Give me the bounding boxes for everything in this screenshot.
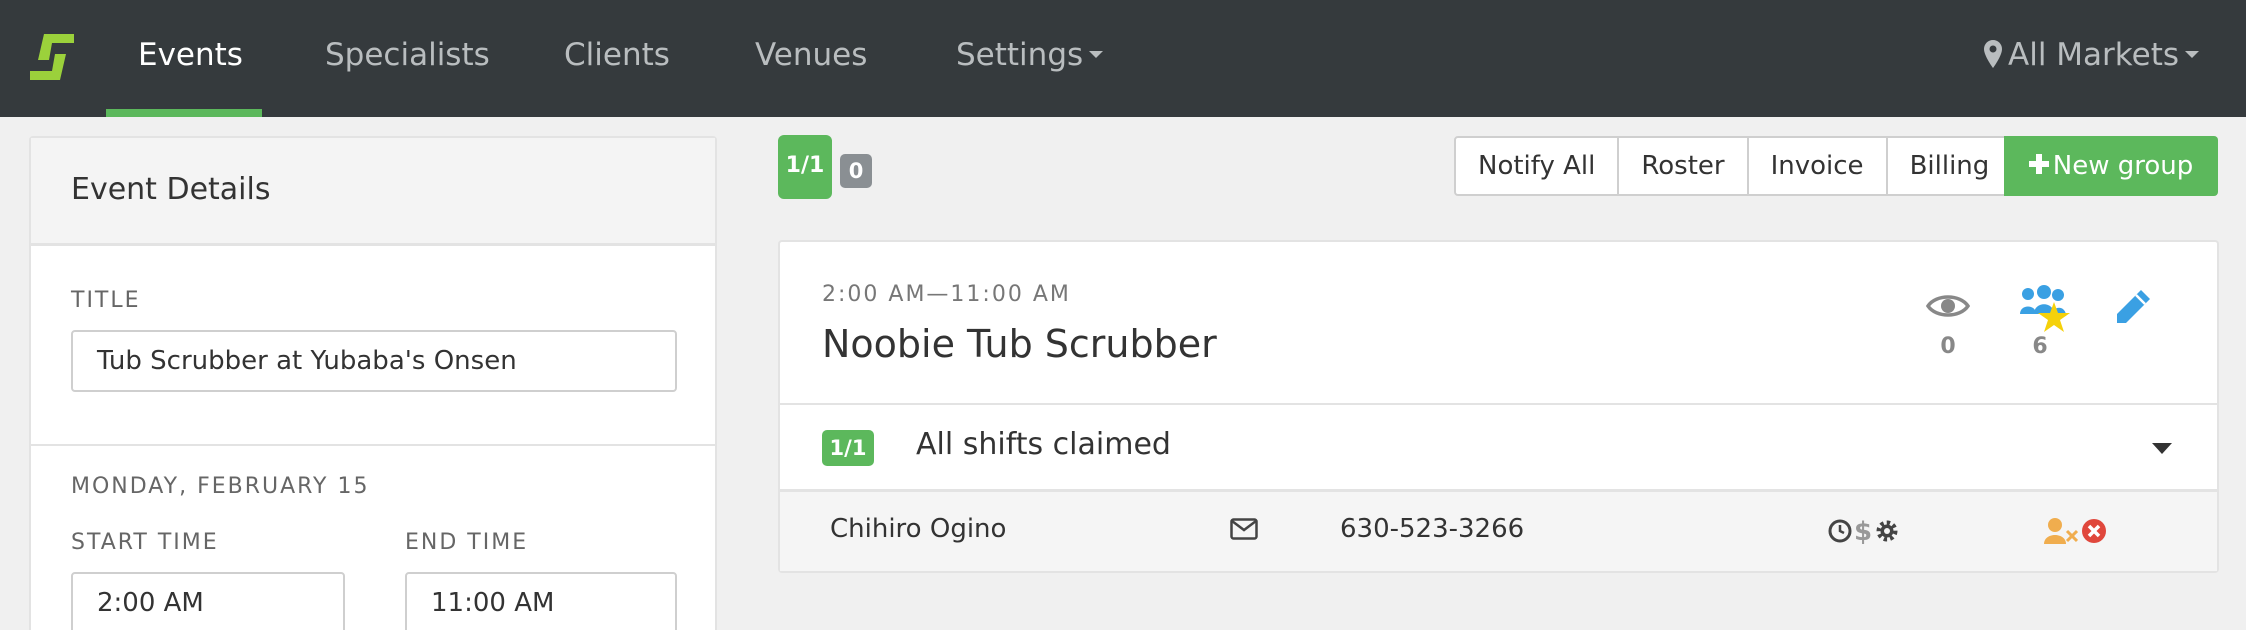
roster-button[interactable]: Roster xyxy=(1617,136,1749,196)
event-details-panel: Event Details TITLE Tub Scrubber at Yuba… xyxy=(29,136,717,630)
views-count: 0 xyxy=(1940,334,1956,359)
favorite-team-icon[interactable] xyxy=(2018,284,2072,334)
nav-settings-label: Settings xyxy=(956,37,1084,73)
group-card: 2:00 AM—11:00 AM Noobie Tub Scrubber 0 6… xyxy=(778,240,2219,573)
title-label: TITLE xyxy=(71,288,141,313)
nav-settings[interactable]: Settings xyxy=(956,0,1104,117)
shift-status-text: All shifts claimed xyxy=(916,427,1171,462)
start-time-input[interactable]: 2:00 AM xyxy=(71,572,345,630)
market-selector[interactable]: All Markets xyxy=(1984,0,2199,117)
caret-down-icon[interactable] xyxy=(2152,443,2172,454)
nav-clients-label: Clients xyxy=(564,37,670,73)
group-name: Noobie Tub Scrubber xyxy=(822,322,1217,366)
panel-title: Event Details xyxy=(71,172,271,207)
cancel-icon[interactable] xyxy=(2080,517,2108,545)
filled-shifts-badge[interactable]: 1/1 xyxy=(778,135,832,199)
start-time-label: START TIME xyxy=(71,530,219,555)
top-navbar: Events Specialists Clients Venues Settin… xyxy=(0,0,2246,117)
divider xyxy=(31,444,715,446)
nav-clients[interactable]: Clients xyxy=(564,0,670,117)
shift-status-row[interactable]: 1/1 All shifts claimed xyxy=(780,405,2217,489)
clock-icon[interactable] xyxy=(1828,519,1852,543)
remove-user-icon[interactable] xyxy=(2044,517,2078,545)
nav-venues-label: Venues xyxy=(755,37,868,73)
map-marker-icon xyxy=(1984,39,2002,68)
worker-phone: 630-523-3266 xyxy=(1340,514,1525,544)
date-label[interactable]: MONDAY, FEBRUARY 15 xyxy=(71,474,369,499)
nav-specialists[interactable]: Specialists xyxy=(325,0,490,117)
brand-logo-icon[interactable] xyxy=(30,34,74,80)
action-button-group: Notify All Roster Invoice Billing xyxy=(1454,136,2014,196)
new-group-button[interactable]: New group xyxy=(2004,136,2218,196)
chevron-down-icon xyxy=(1089,51,1104,58)
nav-specialists-label: Specialists xyxy=(325,37,490,73)
pencil-icon[interactable] xyxy=(2114,288,2152,326)
new-group-label: New group xyxy=(2052,151,2194,181)
nav-events-label: Events xyxy=(138,37,243,73)
end-time-label: END TIME xyxy=(405,530,529,555)
nav-active-indicator xyxy=(106,109,262,117)
gear-icon[interactable] xyxy=(1874,518,1900,544)
worker-name[interactable]: Chihiro Ogino xyxy=(830,514,1006,544)
eye-icon[interactable] xyxy=(1926,292,1970,320)
dollar-icon[interactable]: $ xyxy=(1855,516,1871,546)
notify-all-button[interactable]: Notify All xyxy=(1454,136,1620,196)
panel-header: Event Details xyxy=(31,138,715,246)
favorites-count: 6 xyxy=(2032,334,2048,359)
nav-venues[interactable]: Venues xyxy=(755,0,867,117)
plus-icon xyxy=(2028,153,2049,174)
worker-row: Chihiro Ogino 630-523-3266 $ xyxy=(780,492,2217,571)
shift-count-badge: 1/1 xyxy=(822,430,874,466)
svg-text:$: $ xyxy=(1855,517,1871,546)
nav-events[interactable]: Events xyxy=(138,0,243,117)
billing-button[interactable]: Billing xyxy=(1885,136,2014,196)
envelope-icon[interactable] xyxy=(1230,518,1258,540)
market-label: All Markets xyxy=(2008,37,2179,73)
invoice-button[interactable]: Invoice xyxy=(1746,136,1888,196)
end-time-input[interactable]: 11:00 AM xyxy=(405,572,677,630)
pending-badge[interactable]: 0 xyxy=(840,154,872,188)
chevron-down-icon xyxy=(2185,51,2199,58)
group-time-range: 2:00 AM—11:00 AM xyxy=(822,282,1071,307)
title-input[interactable]: Tub Scrubber at Yubaba's Onsen xyxy=(71,330,677,392)
